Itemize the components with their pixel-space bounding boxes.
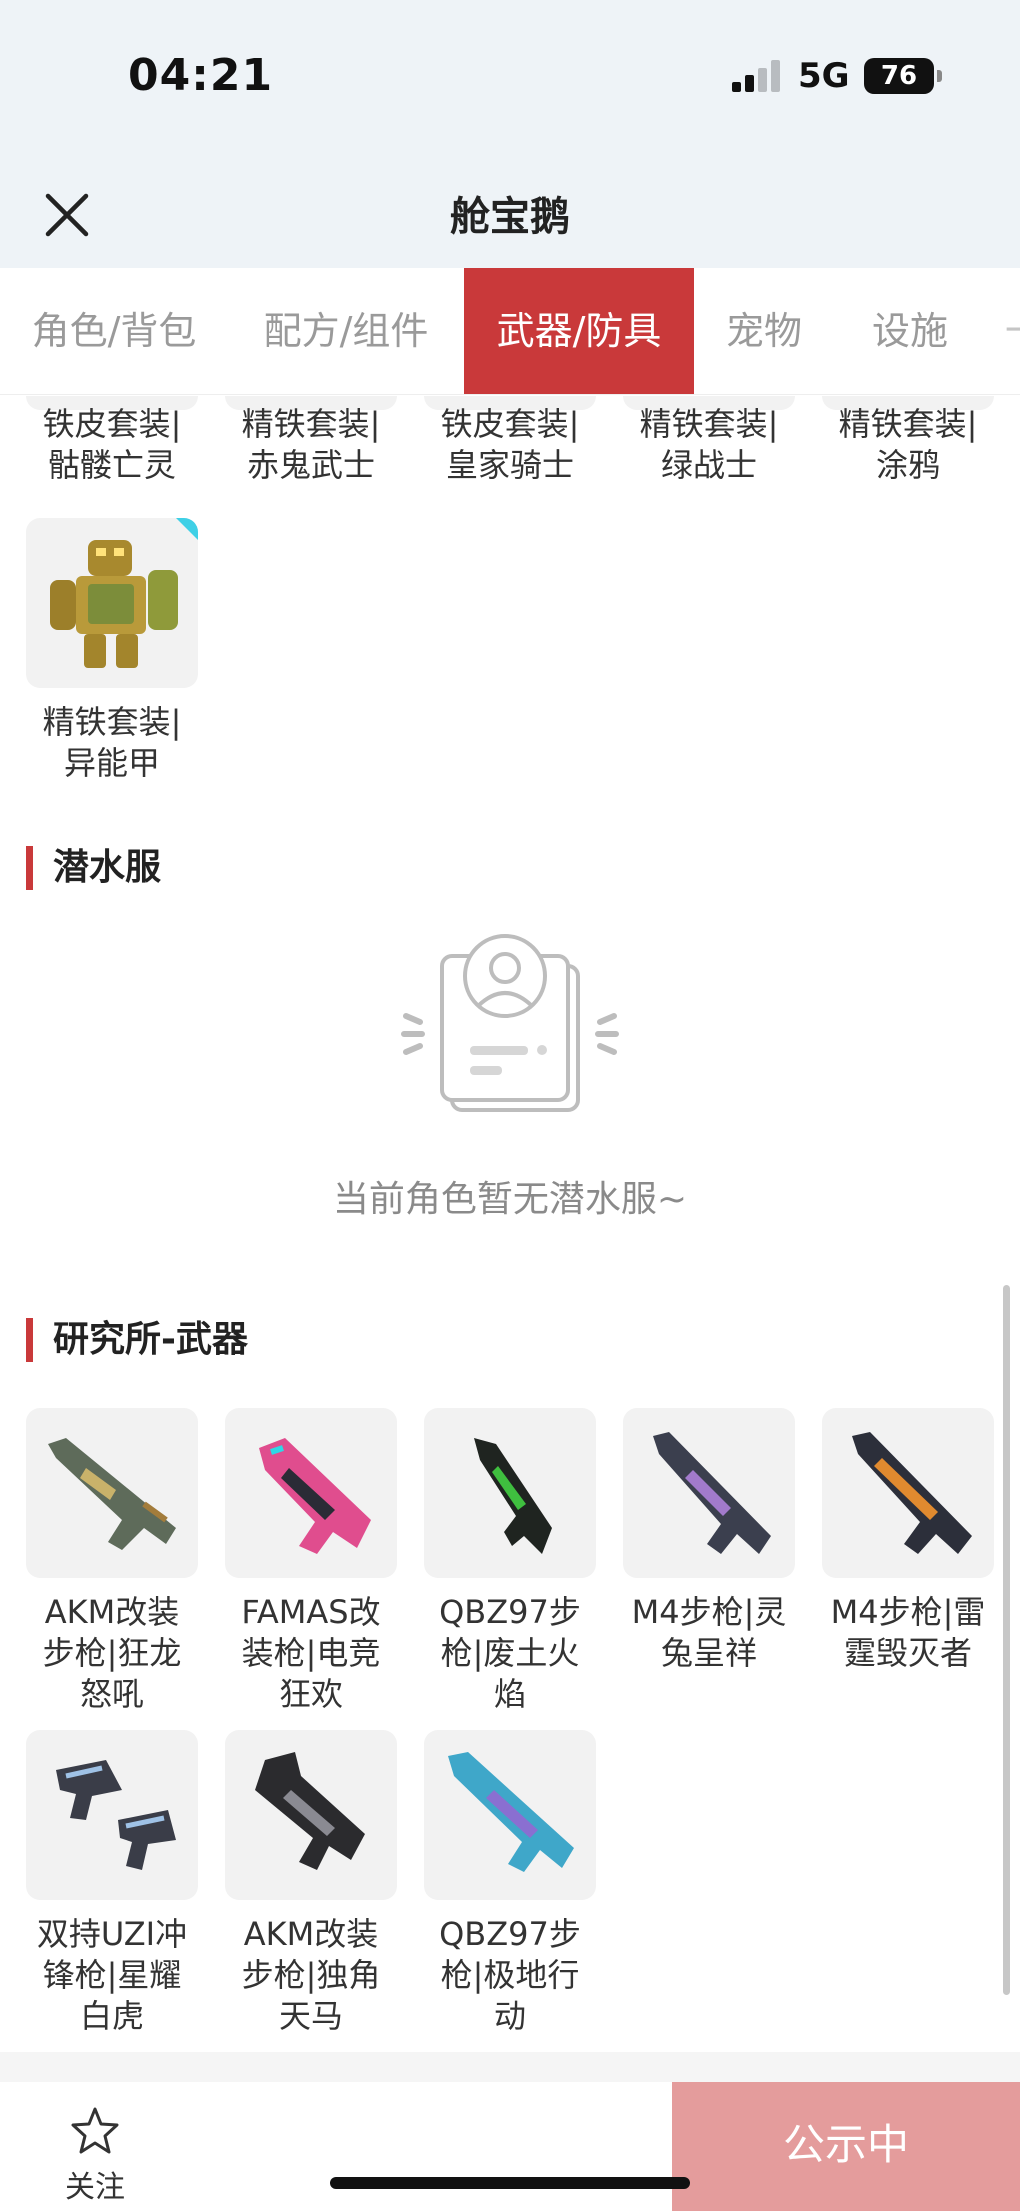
item-name: 双持UZI冲 锋枪|星耀 白虎 [36, 1915, 188, 2035]
list-item-label[interactable]: 铁皮套装| 骷髅亡灵 [12, 404, 212, 486]
dual-smg-icon [56, 1760, 176, 1870]
tab-facilities[interactable]: 设施 [840, 268, 980, 394]
network-type: 5G [798, 56, 850, 96]
weapon-item[interactable]: FAMAS改 装枪|电竞 狂欢 [225, 1408, 397, 1715]
weapon-item[interactable]: QBZ97步 枪|废土火 焰 [424, 1408, 596, 1715]
armor-item[interactable]: 精铁套装| 异能甲 [26, 518, 198, 784]
item-name: AKM改装 步枪|独角 天马 [241, 1915, 381, 2035]
rifle-icon [48, 1438, 176, 1550]
page-title: 舱宝鹅 [450, 194, 570, 240]
list-item-label[interactable]: 精铁套装| 绿战士 [609, 404, 809, 486]
item-thumbnail[interactable] [822, 1408, 994, 1578]
follow-label: 关注 [65, 2170, 125, 2205]
item-thumbnail[interactable] [26, 1730, 198, 1900]
item-corner-tag [176, 518, 198, 540]
item-thumbnail[interactable] [225, 1730, 397, 1900]
item-name: M4步枪|灵 兔呈祥 [631, 1593, 787, 1672]
scrollbar[interactable] [1003, 1285, 1010, 1995]
weapon-item[interactable]: 双持UZI冲 锋枪|星耀 白虎 [26, 1730, 198, 2037]
tab-recipe-components[interactable]: 配方/组件 [232, 268, 460, 394]
weapon-item[interactable]: M4步枪|雷 霆毁灭者 [822, 1408, 994, 1674]
weapon-item[interactable]: QBZ97步 枪|极地行 动 [424, 1730, 596, 2037]
rifle-icon [255, 1752, 365, 1870]
section-title-lab-weapons: 研究所-武器 [26, 1318, 248, 1362]
golden-robot-armor-icon [50, 540, 178, 668]
follow-button[interactable]: 关注 [50, 2106, 140, 2206]
item-name: AKM改装 步枪|狂龙 怒吼 [42, 1593, 182, 1713]
list-item-label[interactable]: 精铁套装| 涂鸦 [808, 404, 1008, 486]
item-thumbnail[interactable] [26, 1408, 198, 1578]
rifle-icon [448, 1752, 574, 1872]
battery-icon: 76 [864, 58, 942, 94]
item-thumbnail[interactable] [424, 1730, 596, 1900]
rifle-icon [852, 1432, 972, 1554]
status-bar: 04:21 5G 76 [0, 0, 1020, 150]
star-icon[interactable] [69, 2106, 121, 2156]
item-thumbnail[interactable] [26, 518, 198, 688]
signal-icon [732, 60, 782, 92]
empty-profile-icon [401, 934, 619, 1112]
section-title-diving-suit: 潜水服 [26, 846, 161, 890]
rifle-icon [259, 1438, 371, 1554]
weapon-item[interactable]: M4步枪|灵 兔呈祥 [623, 1408, 795, 1674]
public-status-button[interactable]: 公示中 [672, 2082, 1020, 2211]
item-thumbnail[interactable] [623, 1408, 795, 1578]
weapon-item[interactable]: AKM改装 步枪|独角 天马 [225, 1730, 397, 2037]
tab-character-bag[interactable]: 角色/背包 [0, 268, 228, 394]
list-item-label[interactable]: 铁皮套装| 皇家骑士 [410, 404, 610, 486]
empty-state-text: 当前角色暂无潜水服~ [332, 1179, 688, 1220]
bottom-divider [0, 2052, 1020, 2082]
item-thumbnail[interactable] [225, 1408, 397, 1578]
status-time: 04:21 [128, 50, 274, 101]
item-name: QBZ97步 枪|极地行 动 [439, 1915, 581, 2035]
tab-overflow-partial[interactable]: 一 [1004, 268, 1020, 394]
tab-weapons-armor[interactable]: 武器/防具 [464, 268, 694, 394]
list-item-label[interactable]: 精铁套装| 赤鬼武士 [211, 404, 411, 486]
weapon-item[interactable]: AKM改装 步枪|狂龙 怒吼 [26, 1408, 198, 1715]
nav-bar: 舱宝鹅 [0, 150, 1020, 268]
rifle-icon [653, 1432, 771, 1554]
category-tab-bar: 角色/背包 配方/组件 武器/防具 宠物 设施 一 [0, 268, 1020, 395]
item-name: QBZ97步 枪|废土火 焰 [439, 1593, 581, 1713]
rifle-icon [474, 1438, 552, 1554]
item-name: 精铁套装| 异能甲 [42, 703, 182, 782]
bottom-action-bar: 关注 公示中 [0, 2082, 1020, 2211]
item-name: FAMAS改 装枪|电竞 狂欢 [241, 1593, 381, 1713]
item-name: M4步枪|雷 霆毁灭者 [830, 1593, 986, 1672]
tab-pets[interactable]: 宠物 [694, 268, 834, 394]
home-indicator [330, 2177, 690, 2189]
item-thumbnail[interactable] [424, 1408, 596, 1578]
